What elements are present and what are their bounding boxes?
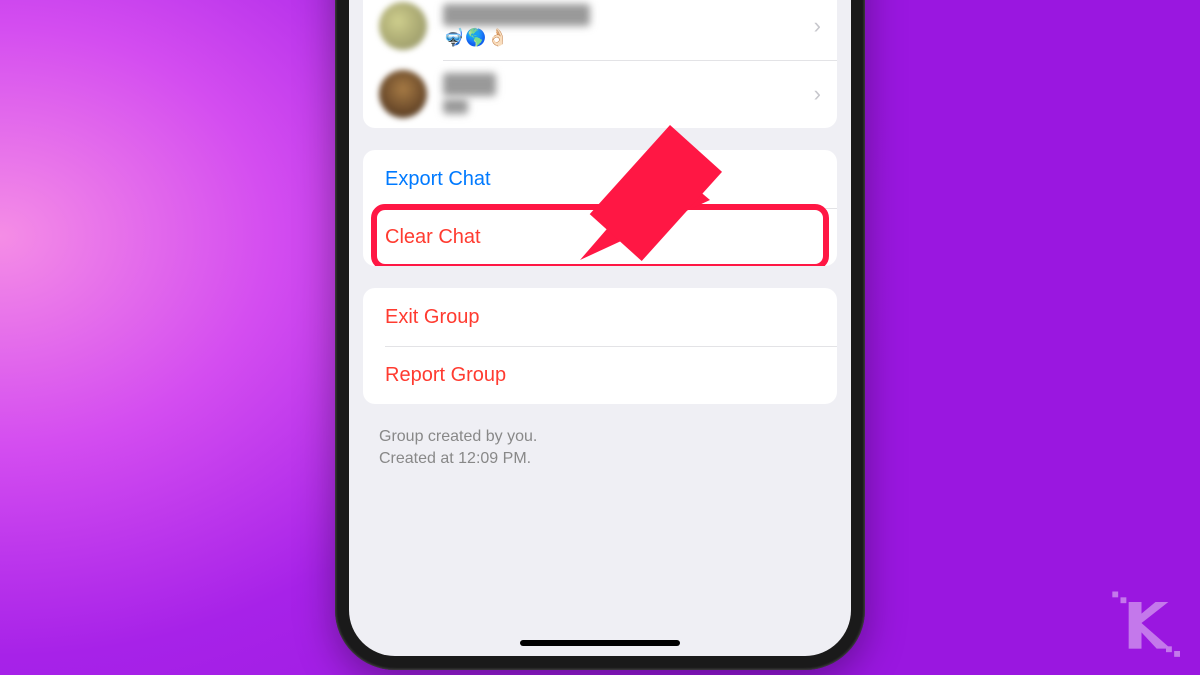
participant-row[interactable]: Francisco Primes 🤿🌎👌🏻 ›	[363, 0, 837, 60]
group-actions-section: Exit Group Report Group	[363, 288, 837, 404]
group-info-footer: Group created by you. Created at 12:09 P…	[379, 426, 821, 471]
exit-group-label: Exit Group	[385, 306, 479, 329]
k-watermark-icon	[1110, 588, 1180, 658]
report-group-button[interactable]: Report Group	[363, 346, 837, 404]
report-group-label: Report Group	[385, 364, 506, 387]
footer-line1: Group created by you.	[379, 426, 821, 448]
exit-group-button[interactable]: Exit Group	[363, 288, 837, 346]
export-chat-button[interactable]: Export Chat	[363, 150, 837, 208]
chevron-right-icon: ›	[814, 81, 821, 107]
footer-line2: Created at 12:09 PM.	[379, 448, 821, 470]
watermark-logo	[1110, 588, 1180, 663]
chat-actions-section: Export Chat Clear Chat	[363, 150, 837, 266]
avatar-blurred	[379, 2, 427, 50]
participant-sub-blurred: Item	[443, 99, 468, 114]
clear-chat-label: Clear Chat	[385, 226, 481, 249]
participant-name-blurred: Itatary	[443, 73, 496, 96]
chevron-right-icon: ›	[814, 13, 821, 39]
phone-frame: You Hey there! I am using WhatsApp. Admi…	[335, 0, 865, 670]
clear-chat-button[interactable]: Clear Chat	[363, 208, 837, 266]
participants-section: You Hey there! I am using WhatsApp. Admi…	[363, 0, 837, 128]
phone-screen: You Hey there! I am using WhatsApp. Admi…	[349, 0, 851, 656]
home-indicator	[520, 640, 680, 646]
participant-row[interactable]: Itatary Item ›	[363, 60, 837, 128]
avatar-blurred	[379, 70, 427, 118]
export-chat-label: Export Chat	[385, 168, 491, 191]
participant-name-blurred: Francisco Primes	[443, 4, 590, 27]
participant-status-emoji: 🤿🌎👌🏻	[443, 28, 808, 48]
